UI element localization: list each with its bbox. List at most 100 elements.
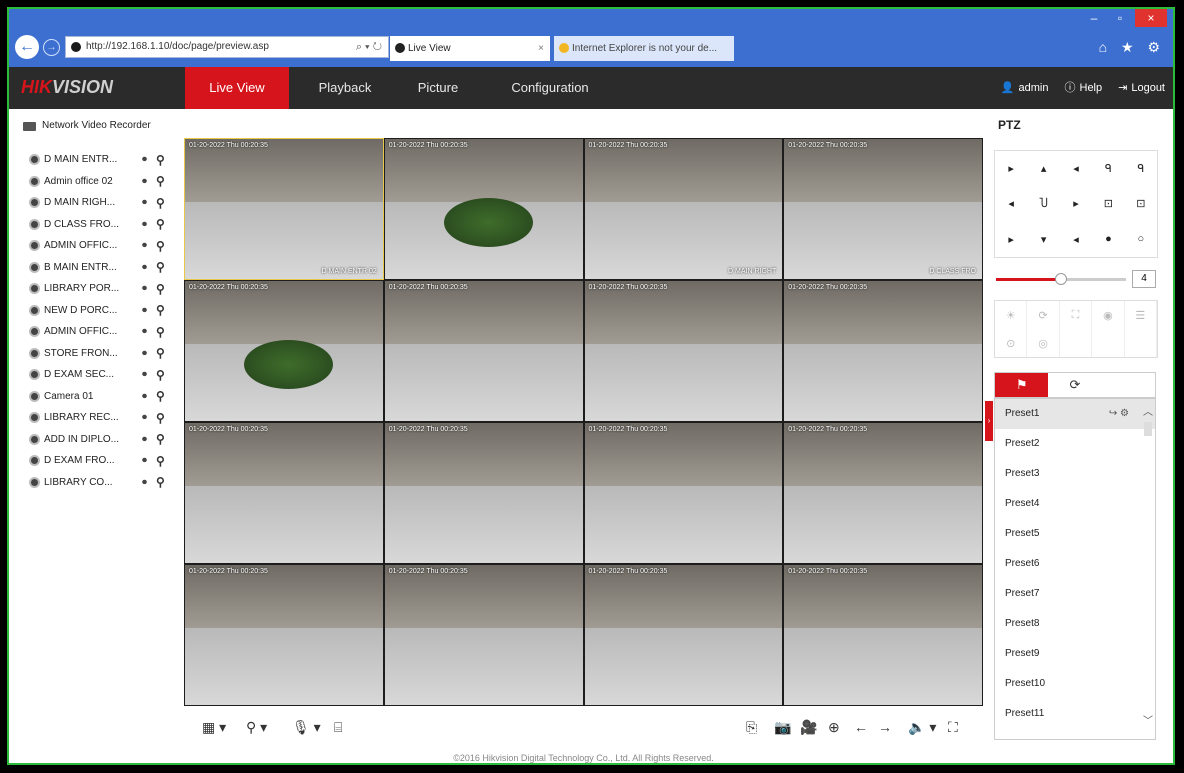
stream-icon[interactable]: ⚲ (156, 282, 172, 296)
camera-item[interactable]: D MAIN RIGH... ⏺ ⚲ (23, 192, 183, 214)
ptz-tool-button[interactable]: ⛶ (1060, 301, 1093, 329)
video-tile[interactable]: 01-20-2022 Thu 00:20:35 D CLASS FRO (784, 139, 982, 279)
video-tile[interactable]: 01-20-2022 Thu 00:20:35 (584, 423, 783, 563)
volume-button[interactable]: 🔈 ▾ (908, 719, 936, 736)
stream-icon[interactable]: ⚲ (156, 475, 172, 489)
display-button[interactable]: ⌸ (334, 719, 342, 736)
ptz-control-button[interactable]: ▸ (1060, 186, 1092, 221)
stream-icon[interactable]: ⚲ (156, 325, 172, 339)
ptz-tool-button[interactable]: ⟳ (1027, 301, 1060, 329)
ptz-control-button[interactable]: ◂ (1060, 151, 1092, 186)
preset-item[interactable]: Preset4 (995, 489, 1155, 519)
preset-scrollbar[interactable]: ︿ ﹀ (1143, 403, 1153, 737)
stream-icon[interactable]: ⚲ (156, 432, 172, 446)
ptz-tool-button[interactable]: ☀ (995, 301, 1028, 329)
record-icon[interactable]: ⏺ (142, 240, 156, 251)
preset-item[interactable]: Preset8 (995, 609, 1155, 639)
back-button[interactable]: ← (15, 35, 39, 59)
preset-item[interactable]: Preset3 (995, 459, 1155, 489)
ptz-control-button[interactable]: Ⴎ (1027, 186, 1059, 221)
ptz-control-button[interactable]: ᑫ (1125, 151, 1157, 186)
record-icon[interactable]: ⏺ (142, 305, 156, 316)
minimize-button[interactable]: – (1083, 9, 1105, 27)
start-all-button[interactable]: ⎘ (746, 719, 757, 736)
video-tile[interactable]: 01-20-2022 Thu 00:20:35 (384, 139, 583, 279)
record-icon[interactable]: ⏺ (142, 434, 156, 445)
ptz-tool-button[interactable]: ◎ (1027, 329, 1060, 357)
ptz-control-button[interactable]: ▴ (1027, 151, 1059, 186)
window-split-button[interactable]: ▦ ▾ (202, 719, 226, 736)
ptz-control-button[interactable]: ● (1092, 222, 1124, 257)
ptz-speed-slider[interactable]: 4 (994, 268, 1158, 290)
record-icon[interactable]: ⏺ (142, 197, 156, 208)
menu-configuration[interactable]: Configuration (495, 67, 605, 109)
speed-value[interactable]: 4 (1132, 270, 1156, 288)
record-icon[interactable]: ⏺ (142, 477, 156, 488)
capture-button[interactable]: 📷 (774, 719, 791, 736)
preset-item[interactable]: Preset1 ↪ ⚙ (995, 399, 1155, 429)
audio-button[interactable]: 🎙 ▾ (292, 719, 321, 736)
ptz-control-button[interactable]: ○ (1125, 222, 1157, 257)
slider-knob[interactable] (1055, 273, 1067, 285)
logout-item[interactable]: ⇥ Logout (1118, 67, 1165, 109)
ptz-tool-button[interactable]: ◉ (1092, 301, 1125, 329)
preset-item[interactable]: Preset2 (995, 429, 1155, 459)
ptz-control-button[interactable]: ᑫ (1092, 151, 1124, 186)
record-icon[interactable]: ⏺ (142, 412, 156, 423)
video-tile[interactable]: 01-20-2022 Thu 00:20:35 (784, 423, 982, 563)
camera-item[interactable]: B MAIN ENTR... ⏺ ⚲ (23, 257, 183, 279)
record-icon[interactable]: ⏺ (142, 391, 156, 402)
video-tile[interactable]: 01-20-2022 Thu 00:20:35 (384, 423, 583, 563)
fullscreen-button[interactable]: ⛶ (948, 719, 958, 736)
video-tile[interactable]: 01-20-2022 Thu 00:20:35 (185, 423, 383, 563)
menu-playback[interactable]: Playback (305, 67, 385, 109)
record-button[interactable]: 🎥 (800, 719, 817, 736)
camera-item[interactable]: STORE FRON... ⏺ ⚲ (23, 343, 183, 365)
preset-item[interactable]: Preset10 (995, 669, 1155, 699)
tab-close-icon[interactable]: × (538, 36, 544, 61)
preset-item[interactable]: Preset11 (995, 699, 1155, 729)
prev-page-button[interactable]: ← (854, 719, 868, 735)
scroll-up-icon[interactable]: ︿ (1143, 403, 1153, 418)
record-icon[interactable]: ⏺ (142, 369, 156, 380)
preset-item[interactable]: Preset6 (995, 549, 1155, 579)
ptz-control-button[interactable]: ◂ (995, 186, 1027, 221)
record-icon[interactable]: ⏺ (142, 262, 156, 273)
stream-icon[interactable]: ⚲ (156, 174, 172, 188)
ptz-control-button[interactable]: ◂ (1060, 222, 1092, 257)
preset-item[interactable]: Preset7 (995, 579, 1155, 609)
camera-item[interactable]: ADD IN DIPLO... ⏺ ⚲ (23, 429, 183, 451)
stream-icon[interactable]: ⚲ (156, 346, 172, 360)
camera-item[interactable]: D CLASS FRO... ⏺ ⚲ (23, 214, 183, 236)
preset-item[interactable]: Preset9 (995, 639, 1155, 669)
stream-icon[interactable]: ⚲ (156, 368, 172, 382)
ptz-control-button[interactable]: ▾ (1027, 222, 1059, 257)
stream-icon[interactable]: ⚲ (156, 260, 172, 274)
record-icon[interactable]: ⏺ (142, 283, 156, 294)
stream-icon[interactable]: ⚲ (156, 389, 172, 403)
help-item[interactable]: ⓘ Help (1065, 67, 1103, 109)
tab-patrol[interactable]: ⟳ (1048, 373, 1101, 397)
restore-button[interactable]: ▫ (1109, 9, 1131, 27)
forward-button[interactable]: → (43, 39, 60, 56)
ptz-control-button[interactable]: ▸ (995, 222, 1027, 257)
record-icon[interactable]: ⏺ (142, 154, 156, 165)
stream-icon[interactable]: ⚲ (156, 454, 172, 468)
record-icon[interactable]: ⏺ (142, 348, 156, 359)
scroll-down-icon[interactable]: ﹀ (1143, 712, 1153, 727)
scroll-thumb[interactable] (1144, 422, 1152, 436)
ptz-tool-button[interactable]: ☰ (1125, 301, 1157, 329)
tab-ie-warning[interactable]: Internet Explorer is not your de... (554, 36, 734, 61)
ptz-control-button[interactable]: ▸ (995, 151, 1027, 186)
collapse-ptz-handle[interactable]: › (985, 401, 993, 441)
preset-actions[interactable]: ↪ ⚙ (1109, 399, 1129, 429)
camera-item[interactable]: ADMIN OFFIC... ⏺ ⚲ (23, 235, 183, 257)
record-icon[interactable]: ⏺ (142, 176, 156, 187)
stream-icon[interactable]: ⚲ (156, 217, 172, 231)
record-icon[interactable]: ⏺ (142, 455, 156, 466)
camera-item[interactable]: D EXAM SEC... ⏺ ⚲ (23, 364, 183, 386)
ptz-tool-button[interactable]: ⊙ (995, 329, 1028, 357)
video-tile[interactable]: 01-20-2022 Thu 00:20:35 (584, 281, 783, 421)
tab-pattern[interactable] (1102, 373, 1155, 397)
record-icon[interactable]: ⏺ (142, 326, 156, 337)
